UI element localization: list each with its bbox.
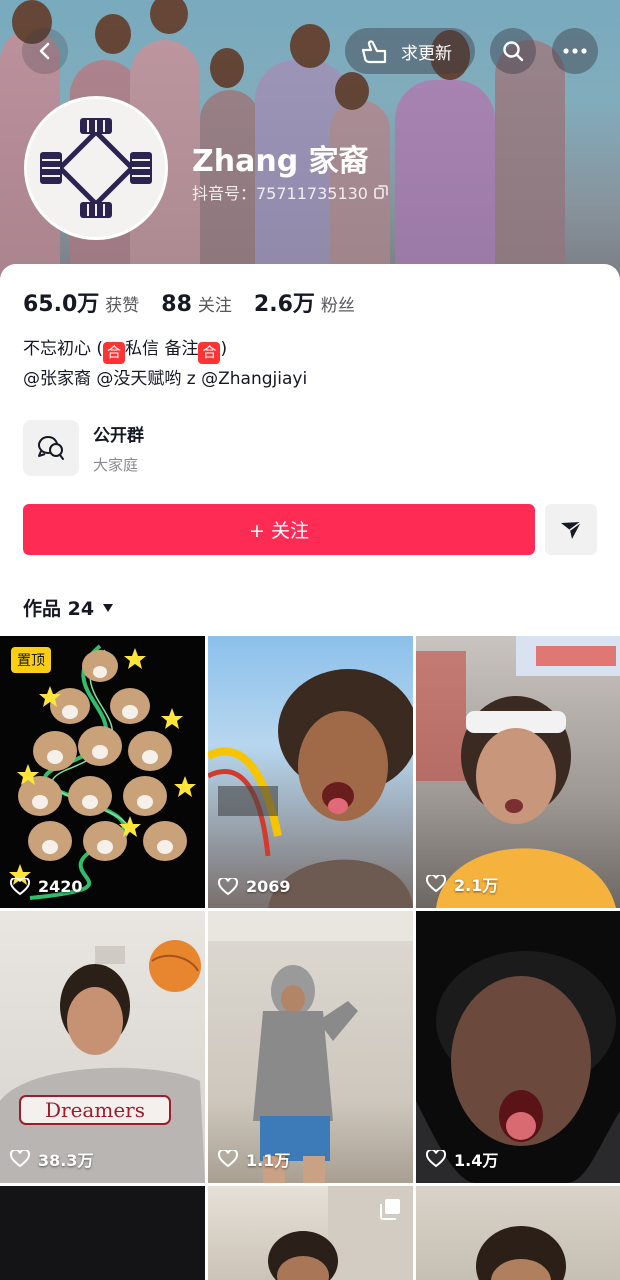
stat-likes-label: 获赞 xyxy=(105,296,140,316)
search-icon xyxy=(503,41,524,62)
heart-icon xyxy=(426,875,446,893)
bio-text-b: 私信 备注 xyxy=(125,339,199,359)
public-group[interactable]: 公开群 大家庭 xyxy=(23,420,144,476)
caret-down-icon xyxy=(103,603,114,612)
tile-thumbnail: Dreamers xyxy=(0,940,205,1183)
bio-emoji-2: 合 xyxy=(198,342,221,364)
tile-thumbnail xyxy=(416,636,620,908)
back-button[interactable] xyxy=(22,28,68,74)
heart-icon xyxy=(10,877,30,895)
copy-icon[interactable] xyxy=(374,185,388,199)
stat-following-label: 关注 xyxy=(197,296,232,316)
douyin-id-text: 抖音号：75711735130 xyxy=(192,184,368,203)
follow-button[interactable]: + 关注 xyxy=(23,504,535,555)
more-button[interactable] xyxy=(552,28,598,74)
tile-thumbnail xyxy=(208,911,413,1183)
svg-text:Dreamers: Dreamers xyxy=(45,1098,145,1122)
chevron-left-icon xyxy=(39,42,50,60)
tile-likes: 1.1万 xyxy=(218,1147,290,1171)
video-tile[interactable] xyxy=(0,1186,205,1280)
group-icon-box xyxy=(23,420,79,476)
tile-thumbnail xyxy=(416,951,620,1183)
video-tile[interactable] xyxy=(208,1186,413,1280)
request-update-label: 求更新 xyxy=(401,43,452,64)
tile-likes-count: 2069 xyxy=(246,877,291,896)
bio-text-c: ) xyxy=(220,339,228,359)
profile-banner: 求更新 Zhang 家裔 抖音号：75711735130 xyxy=(0,0,620,290)
tile-likes-count: 1.4万 xyxy=(454,1151,499,1170)
pinned-badge: 置顶 xyxy=(11,647,51,673)
works-label: 作品 24 xyxy=(23,598,95,620)
stat-following-value: 88 xyxy=(161,292,192,317)
chat-group-icon xyxy=(38,436,64,460)
tile-likes-count: 1.1万 xyxy=(246,1151,291,1170)
tile-likes: 1.4万 xyxy=(426,1147,498,1171)
profile-name: Zhang 家裔 xyxy=(192,144,369,179)
bio-text-a: 不忘初心 ( xyxy=(23,339,104,359)
group-subtitle: 大家庭 xyxy=(93,456,139,474)
stat-following[interactable]: 88 关注 xyxy=(161,291,232,317)
heart-icon xyxy=(218,877,238,895)
tile-likes: 2069 xyxy=(218,877,291,896)
tile-likes-count: 2420 xyxy=(38,877,83,896)
douyin-id[interactable]: 抖音号：75711735130 xyxy=(192,180,388,204)
heart-icon xyxy=(10,1150,30,1168)
group-title: 公开群 xyxy=(93,426,144,446)
send-icon xyxy=(561,520,582,539)
video-tile[interactable]: 置顶 2420 xyxy=(0,636,205,908)
video-tile[interactable]: 2.1万 xyxy=(416,636,620,908)
stat-likes[interactable]: 65.0万 获赞 xyxy=(23,286,139,318)
video-tile[interactable]: Dreamers 38.3万 xyxy=(0,911,205,1183)
profile-stats: 65.0万 获赞 88 关注 2.6万 粉丝 xyxy=(23,286,355,318)
heart-icon xyxy=(218,1150,238,1168)
tile-likes-count: 38.3万 xyxy=(38,1151,94,1170)
hand-point-icon xyxy=(361,40,387,64)
avatar-logo-icon xyxy=(40,118,152,218)
share-button[interactable] xyxy=(545,504,597,555)
tile-thumbnail xyxy=(208,669,413,908)
request-update-button[interactable]: 求更新 xyxy=(345,28,475,74)
stat-followers-label: 粉丝 xyxy=(320,296,355,316)
profile-bio: 不忘初心 (合私信 备注合) @张家裔 @没天赋哟 z @Zhangjiayi xyxy=(23,334,307,394)
avatar[interactable] xyxy=(24,96,168,240)
tile-likes: 38.3万 xyxy=(10,1147,93,1171)
tile-thumbnail xyxy=(9,644,196,900)
stat-likes-value: 65.0万 xyxy=(23,292,100,317)
video-tile[interactable] xyxy=(416,1186,620,1280)
stat-followers[interactable]: 2.6万 粉丝 xyxy=(254,286,355,318)
more-dots-icon xyxy=(563,48,587,54)
search-button[interactable] xyxy=(490,28,536,74)
works-tab[interactable]: 作品 24 xyxy=(23,594,114,621)
stat-followers-value: 2.6万 xyxy=(253,292,315,317)
bio-line-1: 不忘初心 (合私信 备注合) xyxy=(23,334,307,364)
video-tile[interactable]: 1.4万 xyxy=(416,911,620,1183)
tile-likes: 2.1万 xyxy=(426,872,498,896)
bio-emoji-1: 合 xyxy=(103,342,126,364)
heart-icon xyxy=(426,1150,446,1168)
bio-line-2[interactable]: @张家裔 @没天赋哟 z @Zhangjiayi xyxy=(23,364,307,394)
multi-image-icon xyxy=(380,1199,400,1220)
tile-thumbnail xyxy=(476,1226,566,1280)
tile-likes: 2420 xyxy=(10,877,83,896)
video-tile[interactable]: 2069 xyxy=(208,636,413,908)
video-tile[interactable]: 1.1万 xyxy=(208,911,413,1183)
tile-likes-count: 2.1万 xyxy=(454,876,499,895)
